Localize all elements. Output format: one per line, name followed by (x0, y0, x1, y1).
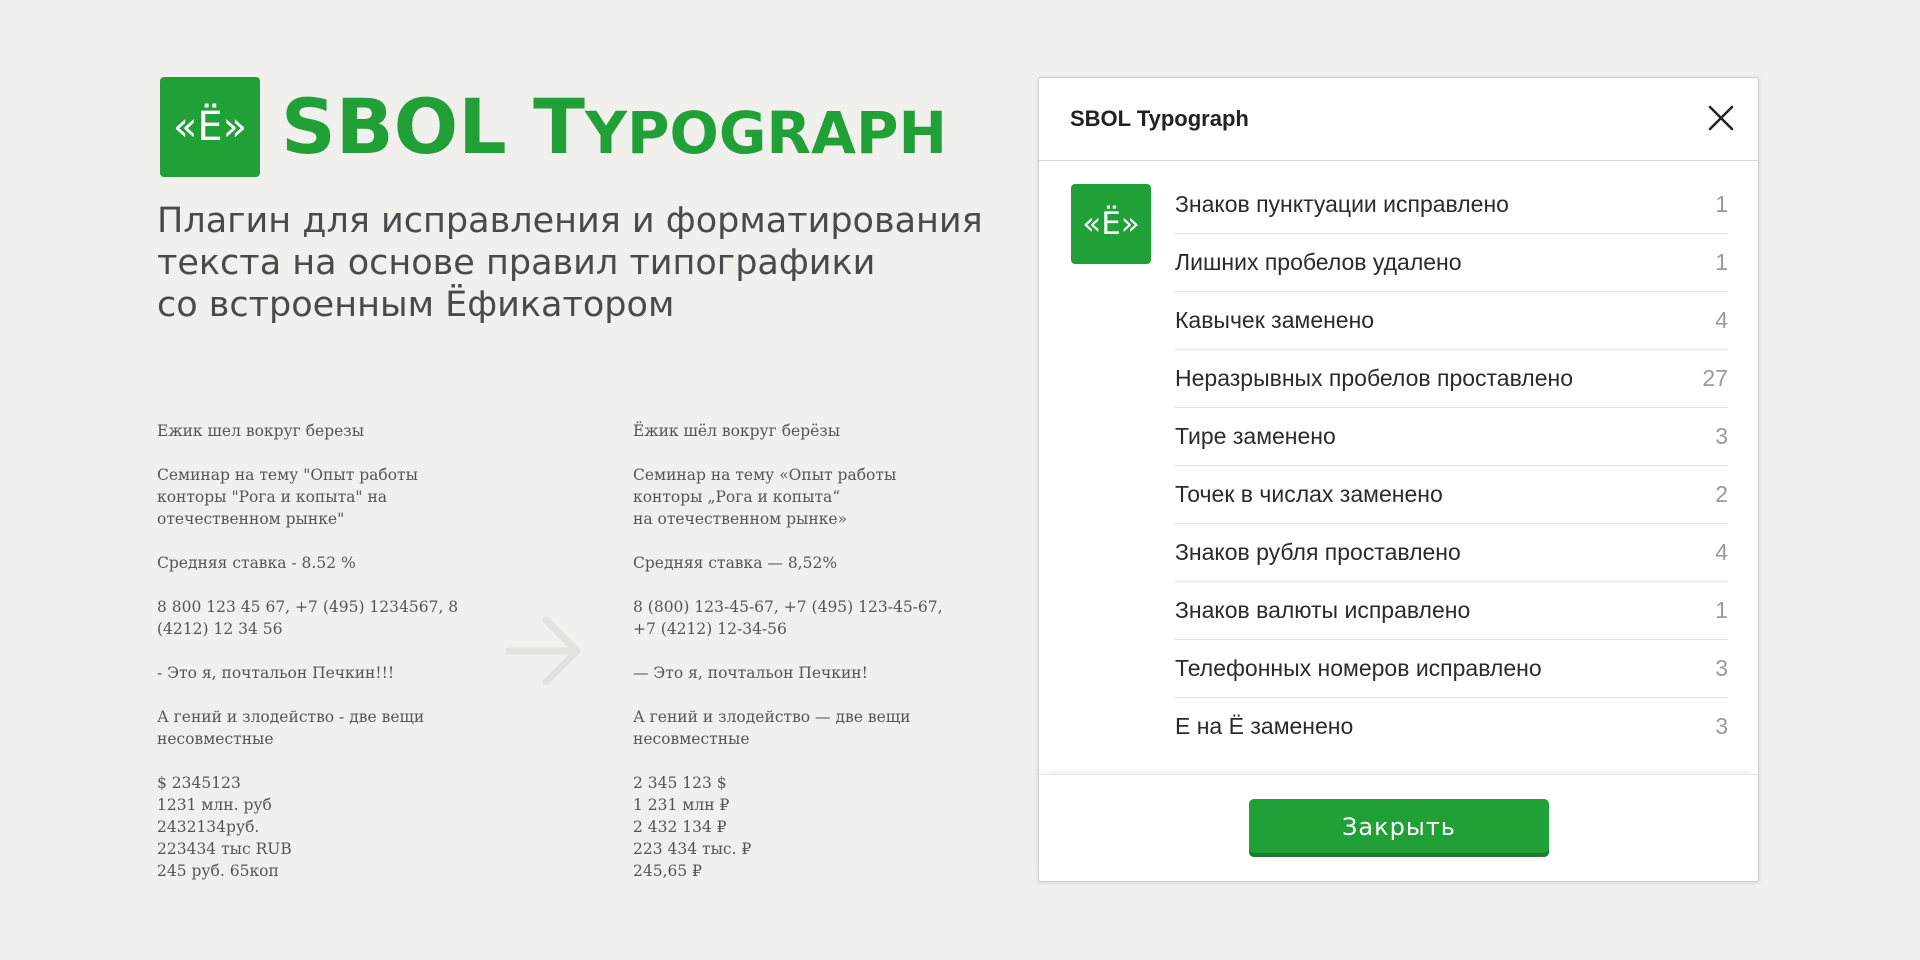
arrow-right-icon (506, 616, 581, 686)
stat-row: Знаков пунктуации исправлено 1 (1175, 176, 1728, 234)
example-block: Семинар на тему «Опыт работы конторы „Рог… (633, 464, 943, 530)
dialog-title: SBOL Typograph (1070, 106, 1249, 131)
example-line: конторы „Рога и копыта“ (633, 488, 841, 506)
stat-count: 3 (1715, 423, 1728, 449)
example-line: 223434 тыс RUB (157, 840, 292, 858)
example-block: А гений и злодейство - две вещи несовмест… (157, 706, 458, 750)
page-subtitle: Плагин для исправления и форматирования … (157, 200, 983, 326)
example-line: 2432134руб. (157, 818, 260, 836)
example-line: на отечественном рынке» (633, 510, 848, 528)
stat-count: 1 (1715, 249, 1728, 275)
example-line: $ 2345123 (157, 774, 241, 792)
dialog-header: SBOL Typograph (1039, 78, 1758, 161)
stat-count: 3 (1715, 713, 1728, 739)
example-line: Семинар на тему «Опыт работы (633, 466, 897, 484)
example-block: Ежик шел вокруг березы (157, 420, 458, 442)
example-line: отечественном рынке" (157, 510, 345, 528)
dialog-footer: Закрыть (1039, 774, 1758, 881)
stat-count: 4 (1715, 307, 1728, 333)
stat-row: Неразрывных пробелов проставлено 27 (1175, 350, 1728, 408)
example-line: (4212) 12 34 56 (157, 620, 283, 638)
stat-row: Знаков рубля проставлено 4 (1175, 524, 1728, 582)
brand-logo: «Ё» (160, 77, 260, 177)
example-block: Семинар на тему "Опыт работы конторы "Рог… (157, 464, 458, 530)
stats-list: Знаков пунктуации исправлено 1 Лишних проб… (1175, 176, 1728, 755)
example-line: 2 432 134 ₽ (633, 818, 727, 836)
example-line: 1 231 млн ₽ (633, 796, 730, 814)
example-after: Ёжик шёл вокруг берёзы Семинар на тему «О… (633, 420, 943, 904)
stat-row: Е на Ё заменено 3 (1175, 698, 1728, 755)
example-line: Семинар на тему "Опыт работы (157, 466, 418, 484)
stat-row: Лишних пробелов удалено 1 (1175, 234, 1728, 292)
example-line: 8 (800) 123-45-67, +7 (495) 123-45-67, (633, 598, 943, 616)
stat-label: Лишних пробелов удалено (1175, 249, 1462, 275)
example-line: Средняя ставка - 8.52 % (157, 554, 356, 572)
stat-label: Точек в числах заменено (1175, 481, 1443, 507)
stat-row: Телефонных номеров исправлено 3 (1175, 640, 1728, 698)
example-line: 2 345 123 $ (633, 774, 727, 792)
brand-logo-text: «Ё» (172, 104, 248, 150)
example-line: 245,65 ₽ (633, 862, 703, 880)
example-line: 245 руб. 65коп (157, 862, 279, 880)
page-title-smallcaps: YPOGRAPH (585, 99, 948, 167)
example-block: $ 2345123 1231 млн. руб 2432134руб. 223434 … (157, 772, 458, 882)
example-line: А гений и злодейство — две вещи (633, 708, 911, 726)
example-line: +7 (4212) 12-34-56 (633, 620, 787, 638)
example-block: 8 (800) 123-45-67, +7 (495) 123-45-67, +7… (633, 596, 943, 640)
stat-label: Знаков рубля проставлено (1175, 539, 1461, 565)
page-title: SBOL TYPOGRAPH (281, 82, 947, 172)
example-before: Ежик шел вокруг березы Семинар на тему "О… (157, 420, 458, 904)
stat-count: 2 (1715, 481, 1728, 507)
page-title-main: SBOL T (281, 82, 585, 171)
stat-count: 1 (1715, 191, 1728, 217)
example-block: — Это я, почтальон Печкин! (633, 662, 943, 684)
subtitle-line: текста на основе правил типографики (157, 243, 876, 283)
example-line: 8 800 123 45 67, +7 (495) 1234567, 8 (157, 598, 459, 616)
example-block: А гений и злодейство — две вещи несовмест… (633, 706, 943, 750)
close-button[interactable]: Закрыть (1249, 799, 1549, 857)
stat-row: Тире заменено 3 (1175, 408, 1728, 466)
stat-count: 1 (1715, 597, 1728, 623)
stat-label: Телефонных номеров исправлено (1175, 655, 1542, 681)
stat-label: Кавычек заменено (1175, 307, 1375, 333)
example-block: Средняя ставка — 8,52% (633, 552, 943, 574)
subtitle-line: со встроенным Ёфикатором (157, 285, 675, 325)
example-block: 8 800 123 45 67, +7 (495) 1234567, 8 (421… (157, 596, 458, 640)
dialog-logo: «Ё» (1071, 184, 1151, 264)
example-line: Ежик шел вокруг березы (157, 422, 365, 440)
example-line: - Это я, почтальон Печкин!!! (157, 664, 395, 682)
example-line: 1231 млн. руб (157, 796, 272, 814)
stat-count: 4 (1715, 539, 1728, 565)
stat-label: Знаков пунктуации исправлено (1175, 191, 1509, 217)
example-line: несовместные (157, 730, 274, 748)
example-line: несовместные (633, 730, 750, 748)
stat-count: 3 (1715, 655, 1728, 681)
example-line: конторы "Рога и копыта" на (157, 488, 388, 506)
example-block: Средняя ставка - 8.52 % (157, 552, 458, 574)
example-block: 2 345 123 $ 1 231 млн ₽ 2 432 134 ₽ 223 434… (633, 772, 943, 882)
example-block: - Это я, почтальон Печкин!!! (157, 662, 458, 684)
close-icon[interactable] (1707, 104, 1735, 132)
stat-count: 27 (1702, 365, 1728, 391)
example-line: — Это я, почтальон Печкин! (633, 664, 868, 682)
stat-label: Е на Ё заменено (1175, 713, 1354, 739)
example-line: Средняя ставка — 8,52% (633, 554, 838, 572)
example-block: Ёжик шёл вокруг берёзы (633, 420, 943, 442)
typograph-dialog: SBOL Typograph «Ё» Знаков пунктуации исп… (1038, 77, 1759, 882)
stat-row: Кавычек заменено 4 (1175, 292, 1728, 350)
dialog-logo-text: «Ё» (1082, 206, 1140, 242)
stat-label: Тире заменено (1175, 423, 1336, 449)
stat-label: Неразрывных пробелов проставлено (1175, 365, 1573, 391)
example-line: А гений и злодейство - две вещи (157, 708, 425, 726)
stat-row: Точек в числах заменено 2 (1175, 466, 1728, 524)
stat-label: Знаков валюты исправлено (1175, 597, 1471, 623)
subtitle-line: Плагин для исправления и форматирования (157, 201, 983, 241)
example-line: 223 434 тыс. ₽ (633, 840, 752, 858)
example-line: Ёжик шёл вокруг берёзы (633, 422, 841, 440)
stat-row: Знаков валюты исправлено 1 (1175, 582, 1728, 640)
